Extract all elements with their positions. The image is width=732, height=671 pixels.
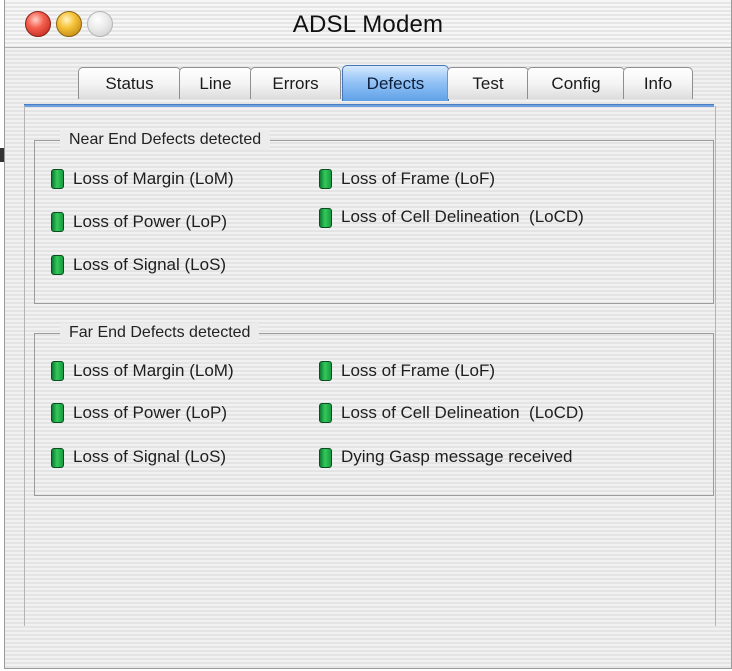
near-locd-label: Loss of Cell Delineation (LoCD) [341,207,584,226]
far-lom-label: Loss of Margin (LoM) [73,361,234,380]
far-lof-indicator [319,361,332,381]
tab-line[interactable]: Line [179,67,252,99]
tab-errors[interactable]: Errors [250,67,341,99]
dying-gasp-indicator [319,448,332,468]
near-lom-indicator [51,169,64,189]
far-lop-indicator [51,403,64,423]
near-los-label: Loss of Signal (LoS) [73,255,227,274]
title-bar: ADSL Modem [5,0,731,48]
near-end-legend: Near End Defects detected [60,130,271,150]
dying-gasp-label: Dying Gasp message received [341,447,573,466]
near-locd-indicator [319,208,332,228]
tab-status[interactable]: Status [78,67,181,99]
tab-info[interactable]: Info [623,67,693,99]
far-end-defects-group: Far End Defects detected Loss of Margin … [34,323,714,496]
far-lof-label: Loss of Frame (LoF) [341,361,495,380]
near-los-indicator [51,255,64,275]
window-title: ADSL Modem [292,11,444,38]
near-lof-indicator [319,169,332,189]
tab-defects[interactable]: Defects [342,65,449,101]
tab-test[interactable]: Test [447,67,529,99]
near-lom-label: Loss of Margin (LoM) [73,169,234,188]
far-lop-label: Loss of Power (LoP) [73,403,228,422]
near-lop-label: Loss of Power (LoP) [73,212,228,231]
far-los-label: Loss of Signal (LoS) [73,447,227,466]
near-lof-label: Loss of Frame (LoF) [341,169,495,188]
far-end-legend: Far End Defects detected [60,323,260,343]
near-lop-indicator [51,212,64,232]
far-los-indicator [51,448,64,468]
edge-mark [0,148,4,162]
tab-config[interactable]: Config [527,67,625,99]
far-locd-label: Loss of Cell Delineation (LoCD) [341,403,584,422]
near-end-defects-group: Near End Defects detected Loss of Margin… [34,130,714,304]
far-lom-indicator [51,361,64,381]
far-locd-indicator [319,403,332,423]
